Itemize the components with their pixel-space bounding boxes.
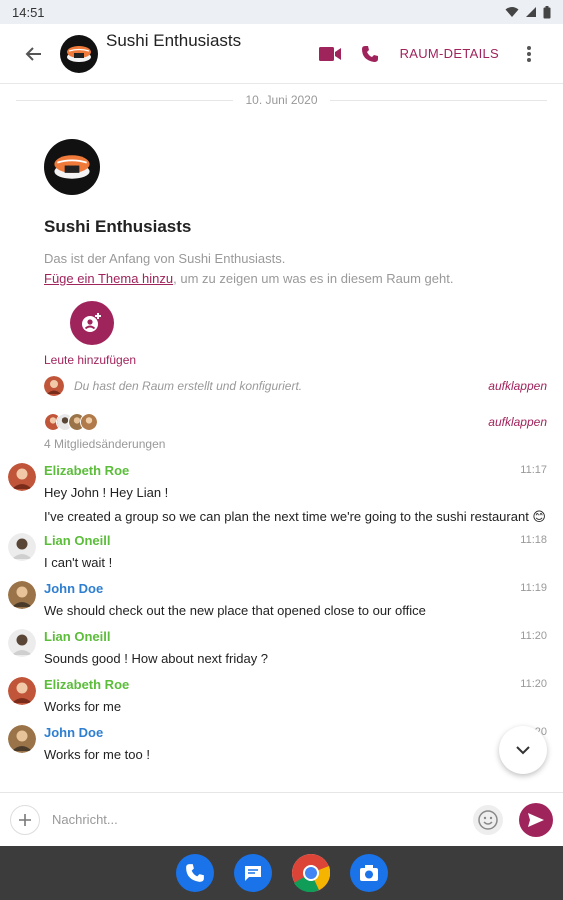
sushi-avatar-image [67, 45, 91, 62]
room-intro-name: Sushi Enthusiasts [44, 217, 192, 236]
room-title[interactable]: Sushi Enthusiasts [106, 31, 310, 51]
send-button[interactable] [519, 802, 553, 837]
sender-name[interactable]: John Doe [44, 579, 547, 599]
user-avatar-small [44, 376, 64, 396]
date-separator: 10. Juni 2020 [0, 85, 563, 115]
status-bar: 14:51 [0, 0, 563, 24]
room-intro-avatar[interactable] [44, 139, 100, 195]
add-people-label[interactable]: Leute hinzufügen [44, 353, 563, 367]
message-item[interactable]: Lian Oneill 11:18 I can't wait ! [0, 531, 563, 575]
room-details-button[interactable]: RAUM-DETAILS [400, 46, 499, 61]
chrome-app-icon [291, 854, 330, 892]
phone-icon [361, 45, 378, 62]
room-start-text: Das ist der Anfang von Sushi Enthusiasts… [44, 251, 286, 266]
message-body: I've created a group so we can plan the … [44, 509, 546, 524]
wifi-icon [505, 7, 519, 17]
sender-name[interactable]: Elizabeth Roe [44, 461, 547, 481]
user-avatar-elizabeth[interactable] [8, 677, 36, 705]
user-avatar-john[interactable] [8, 725, 36, 753]
message-item[interactable]: John Doe 11:20 Works for me too ! [0, 723, 563, 767]
system-icons [505, 5, 551, 19]
battery-icon [543, 5, 551, 18]
signal-icon [526, 7, 536, 17]
message-body: Works for me [44, 699, 122, 714]
attach-button[interactable] [10, 804, 40, 835]
user-avatar-lian[interactable] [8, 629, 36, 657]
system-dock [0, 846, 563, 900]
sushi-avatar-image [54, 155, 90, 179]
dock-chrome-app[interactable] [291, 854, 330, 892]
message-time: 11:17 [520, 464, 547, 476]
member-avatar [80, 413, 98, 431]
back-button[interactable] [14, 34, 54, 74]
expand-notice-link[interactable]: aufklappen [488, 379, 547, 393]
message-body: Hey John ! Hey Lian ! [44, 485, 169, 500]
message-time: 11:20 [520, 678, 547, 690]
message-timeline[interactable]: 10. Juni 2020 Sushi Enthusiasts Das ist … [0, 85, 563, 792]
messages-app-icon [244, 866, 261, 881]
more-options-button[interactable] [509, 34, 549, 74]
message-item[interactable]: John Doe 11:19 We should check out the n… [0, 579, 563, 623]
video-call-button[interactable] [310, 34, 350, 74]
message-body: I can't wait ! [44, 555, 113, 570]
sender-name[interactable]: Elizabeth Roe [44, 675, 547, 695]
smiley-icon [478, 809, 498, 830]
video-camera-icon [318, 46, 341, 61]
message-body: We should check out the new place that o… [44, 603, 426, 618]
voice-call-button[interactable] [350, 34, 390, 74]
add-topic-link[interactable]: Füge ein Thema hinzu [44, 271, 173, 286]
message-item[interactable]: Elizabeth Roe 11:20 Works for me [0, 675, 563, 719]
user-avatar-lian[interactable] [8, 533, 36, 561]
chevron-down-icon [516, 746, 530, 755]
message-time: 11:20 [520, 630, 547, 642]
date-separator-label: 10. Juni 2020 [233, 93, 330, 107]
dock-phone-app[interactable] [175, 854, 214, 892]
membership-changes[interactable]: aufklappen [0, 409, 563, 435]
user-avatar-elizabeth[interactable] [8, 463, 36, 491]
membership-count: 4 Mitgliedsänderungen [44, 437, 166, 451]
add-topic-rest: , um zu zeigen um was es in diesem Raum … [173, 271, 454, 286]
status-time: 14:51 [12, 4, 45, 20]
room-intro-text: Das ist der Anfang von Sushi Enthusiasts… [44, 249, 563, 289]
arrow-left-icon [25, 46, 41, 61]
message-time: 11:19 [520, 582, 547, 594]
message-body: Works for me too ! [44, 747, 150, 762]
add-people-button[interactable] [70, 301, 114, 345]
room-intro: Sushi Enthusiasts Das ist der Anfang von… [0, 139, 563, 367]
room-created-notice: Du hast den Raum erstellt und konfigurie… [0, 373, 563, 399]
user-avatar-john[interactable] [8, 581, 36, 609]
dock-messages-app[interactable] [233, 854, 272, 892]
message-input[interactable] [52, 802, 461, 837]
emoji-button[interactable] [473, 804, 503, 835]
app-bar: Sushi Enthusiasts RAUM-DETAILS [0, 24, 563, 84]
scroll-to-bottom-button[interactable] [499, 726, 547, 774]
room-avatar[interactable] [60, 34, 98, 73]
message-body: Sounds good ! How about next friday ? [44, 651, 269, 666]
sender-name[interactable]: Lian Oneill [44, 627, 547, 647]
message-composer [0, 792, 563, 846]
message-item[interactable]: Lian Oneill 11:20 Sounds good ! How abou… [0, 627, 563, 671]
expand-members-link[interactable]: aufklappen [488, 415, 547, 429]
member-avatars [44, 413, 98, 431]
send-icon [528, 812, 544, 827]
phone-app-icon [185, 864, 204, 882]
message-time: 11:18 [520, 534, 547, 546]
sender-name[interactable]: John Doe [44, 723, 547, 743]
message-item[interactable]: Elizabeth Roe 11:17 Hey John ! Hey Lian … [0, 461, 563, 529]
sender-name[interactable]: Lian Oneill [44, 531, 547, 551]
dock-camera-app[interactable] [349, 854, 388, 892]
camera-app-icon [359, 865, 378, 881]
more-vert-icon [527, 45, 531, 62]
person-add-icon [82, 313, 101, 332]
plus-icon [19, 813, 31, 826]
